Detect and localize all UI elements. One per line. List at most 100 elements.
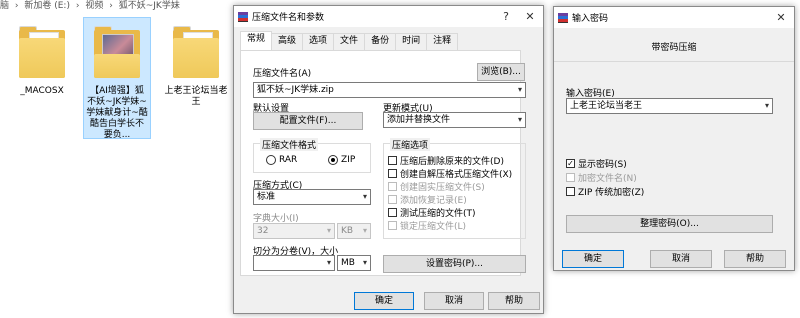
file-label: 【AI增强】狐不妖~JK学妹~学妹献身计~酷酷告白学长不要负... bbox=[86, 86, 148, 140]
chevron-down-icon: ▾ bbox=[362, 226, 367, 235]
chevron-down-icon[interactable]: ▾ bbox=[765, 99, 769, 113]
tab-comment[interactable]: 注释 bbox=[426, 33, 459, 50]
file-item-macosx[interactable]: _MACOSX bbox=[8, 18, 76, 97]
archive-dialog-title: 压缩文件名和参数 bbox=[252, 13, 325, 23]
breadcrumb-item[interactable]: 狐不妖~JK学妹 bbox=[119, 1, 180, 11]
password-dialog: 输入密码 ✕ 带密码压缩 输入密码(E) 上老王论坛当老王 ▾ ✓ 显示密码(S… bbox=[553, 6, 795, 271]
zip-legacy-checkbox[interactable]: ZIP 传统加密(Z) bbox=[566, 185, 644, 198]
chevron-down-icon: ▾ bbox=[362, 258, 367, 267]
folder-icon bbox=[171, 24, 221, 80]
encrypt-names-label: 加密文件名(N) bbox=[578, 174, 637, 184]
format-rar-label: RAR bbox=[279, 155, 298, 165]
password-value: 上老王论坛当老王 bbox=[570, 101, 643, 111]
zip-legacy-label: ZIP 传统加密(Z) bbox=[578, 188, 645, 198]
update-mode-select[interactable]: 添加并替换文件 ▾ bbox=[383, 112, 526, 128]
tab-advanced[interactable]: 高级 bbox=[271, 33, 304, 50]
tab-general[interactable]: 常规 bbox=[240, 31, 273, 50]
option-label: 锁定压缩文件(L) bbox=[400, 222, 467, 232]
tab-options[interactable]: 选项 bbox=[302, 33, 335, 50]
password-ok-button[interactable]: 确定 bbox=[562, 250, 624, 268]
divider bbox=[554, 61, 794, 62]
option-label: 创建自解压格式压缩文件(X) bbox=[400, 170, 513, 180]
dict-unit-value: KB bbox=[341, 226, 354, 236]
browse-button[interactable]: 浏览(B)... bbox=[477, 63, 525, 81]
file-label: 上老王论坛当老王 bbox=[164, 86, 228, 107]
show-password-checkbox[interactable]: ✓ 显示密码(S) bbox=[566, 157, 627, 170]
split-unit-select[interactable]: MB ▾ bbox=[337, 255, 371, 271]
dict-size-select[interactable]: 32 ▾ bbox=[253, 223, 335, 239]
archive-dialog-titlebar[interactable]: 压缩文件名和参数 ? ✕ bbox=[234, 6, 543, 27]
folder-icon bbox=[92, 24, 142, 80]
format-group: 压缩文件格式 RAR ZIP bbox=[253, 138, 371, 173]
chevron-down-icon[interactable]: ▾ bbox=[518, 83, 522, 97]
archive-name-value: 狐不妖~JK学妹.zip bbox=[257, 85, 334, 95]
method-value: 标准 bbox=[257, 192, 276, 202]
breadcrumb-item[interactable]: 脑 bbox=[0, 1, 9, 11]
password-cancel-button[interactable]: 取消 bbox=[650, 250, 712, 268]
archive-name-label: 压缩文件名(A) bbox=[253, 69, 312, 79]
file-item-forum[interactable]: 上老王论坛当老王 bbox=[162, 18, 230, 108]
archive-tabs: 常规 高级 选项 文件 备份 时间 注释 bbox=[240, 31, 459, 50]
option-label: 创建固实压缩文件(S) bbox=[400, 183, 485, 193]
help-icon[interactable]: ? bbox=[499, 10, 513, 23]
tab-backup[interactable]: 备份 bbox=[364, 33, 397, 50]
options-group-label: 压缩选项 bbox=[390, 138, 431, 151]
update-mode-value: 添加并替换文件 bbox=[387, 115, 451, 125]
breadcrumb-item[interactable]: 新加卷 (E:) bbox=[24, 1, 70, 11]
split-unit-value: MB bbox=[341, 258, 355, 268]
dict-size-value: 32 bbox=[257, 226, 269, 236]
recovery-record-checkbox[interactable]: 添加恢复记录(E) bbox=[388, 193, 467, 206]
option-label: 压缩后删除原来的文件(D) bbox=[400, 157, 504, 167]
radio-selected-icon bbox=[328, 155, 338, 165]
show-password-label: 显示密码(S) bbox=[578, 160, 627, 170]
sfx-checkbox[interactable]: 创建自解压格式压缩文件(X) bbox=[388, 167, 512, 180]
archive-dialog: 压缩文件名和参数 ? ✕ 常规 高级 选项 文件 备份 时间 注释 压缩文件名(… bbox=[233, 5, 544, 314]
close-icon[interactable]: ✕ bbox=[523, 10, 537, 23]
delete-after-checkbox[interactable]: 压缩后删除原来的文件(D) bbox=[388, 154, 504, 167]
breadcrumb-separator: › bbox=[14, 1, 19, 11]
cancel-button[interactable]: 取消 bbox=[424, 292, 484, 310]
file-label: _MACOSX bbox=[20, 86, 64, 96]
format-rar-radio[interactable]: RAR bbox=[266, 155, 297, 165]
option-label: 测试压缩的文件(T) bbox=[400, 209, 476, 219]
options-group: 压缩选项 压缩后删除原来的文件(D) 创建自解压格式压缩文件(X) 创建固实压缩… bbox=[383, 138, 526, 239]
set-password-button[interactable]: 设置密码(P)... bbox=[383, 255, 526, 273]
method-select[interactable]: 标准 ▾ bbox=[253, 189, 371, 205]
archive-name-input[interactable]: 狐不妖~JK学妹.zip ▾ bbox=[253, 82, 526, 98]
folder-icon bbox=[17, 24, 67, 80]
password-dialog-title: 输入密码 bbox=[572, 14, 609, 24]
split-size-input[interactable]: ▾ bbox=[253, 255, 335, 271]
breadcrumb-item[interactable]: 视频 bbox=[85, 1, 103, 11]
solid-checkbox[interactable]: 创建固实压缩文件(S) bbox=[388, 180, 485, 193]
file-item-video[interactable]: 【AI增强】狐不妖~JK学妹~学妹献身计~酷酷告白学长不要负... bbox=[83, 17, 151, 140]
radio-icon bbox=[266, 155, 276, 165]
close-icon[interactable]: ✕ bbox=[774, 11, 788, 24]
winrar-icon bbox=[238, 11, 248, 22]
password-help-button[interactable]: 帮助 bbox=[724, 250, 786, 268]
chevron-down-icon: ▾ bbox=[362, 192, 367, 201]
breadcrumb-separator: › bbox=[75, 1, 80, 11]
lock-archive-checkbox[interactable]: 锁定压缩文件(L) bbox=[388, 219, 466, 232]
option-label: 添加恢复记录(E) bbox=[400, 196, 467, 206]
format-group-label: 压缩文件格式 bbox=[260, 138, 319, 151]
password-dialog-titlebar[interactable]: 输入密码 ✕ bbox=[554, 7, 794, 28]
dict-unit-select[interactable]: KB ▾ bbox=[337, 223, 371, 239]
tab-time[interactable]: 时间 bbox=[395, 33, 428, 50]
breadcrumb-separator: › bbox=[109, 1, 113, 11]
chevron-down-icon: ▾ bbox=[326, 226, 331, 235]
general-panel: 压缩文件名(A) 浏览(B)... 狐不妖~JK学妹.zip ▾ 默认设置 配置… bbox=[240, 50, 526, 276]
tab-files[interactable]: 文件 bbox=[333, 33, 366, 50]
check-icon: ✓ bbox=[566, 159, 575, 168]
chevron-down-icon: ▾ bbox=[517, 115, 522, 124]
profiles-button[interactable]: 配置文件(F)... bbox=[253, 112, 363, 130]
format-zip-label: ZIP bbox=[341, 155, 356, 165]
format-zip-radio[interactable]: ZIP bbox=[328, 155, 355, 165]
password-input[interactable]: 上老王论坛当老王 ▾ bbox=[566, 98, 773, 114]
test-files-checkbox[interactable]: 测试压缩的文件(T) bbox=[388, 206, 476, 219]
winrar-icon bbox=[558, 12, 568, 23]
encrypt-names-checkbox[interactable]: 加密文件名(N) bbox=[566, 171, 637, 184]
help-button[interactable]: 帮助 bbox=[488, 292, 540, 310]
organize-passwords-button[interactable]: 整理密码(O)... bbox=[566, 215, 773, 233]
ok-button[interactable]: 确定 bbox=[354, 292, 414, 310]
password-header: 带密码压缩 bbox=[651, 43, 697, 53]
